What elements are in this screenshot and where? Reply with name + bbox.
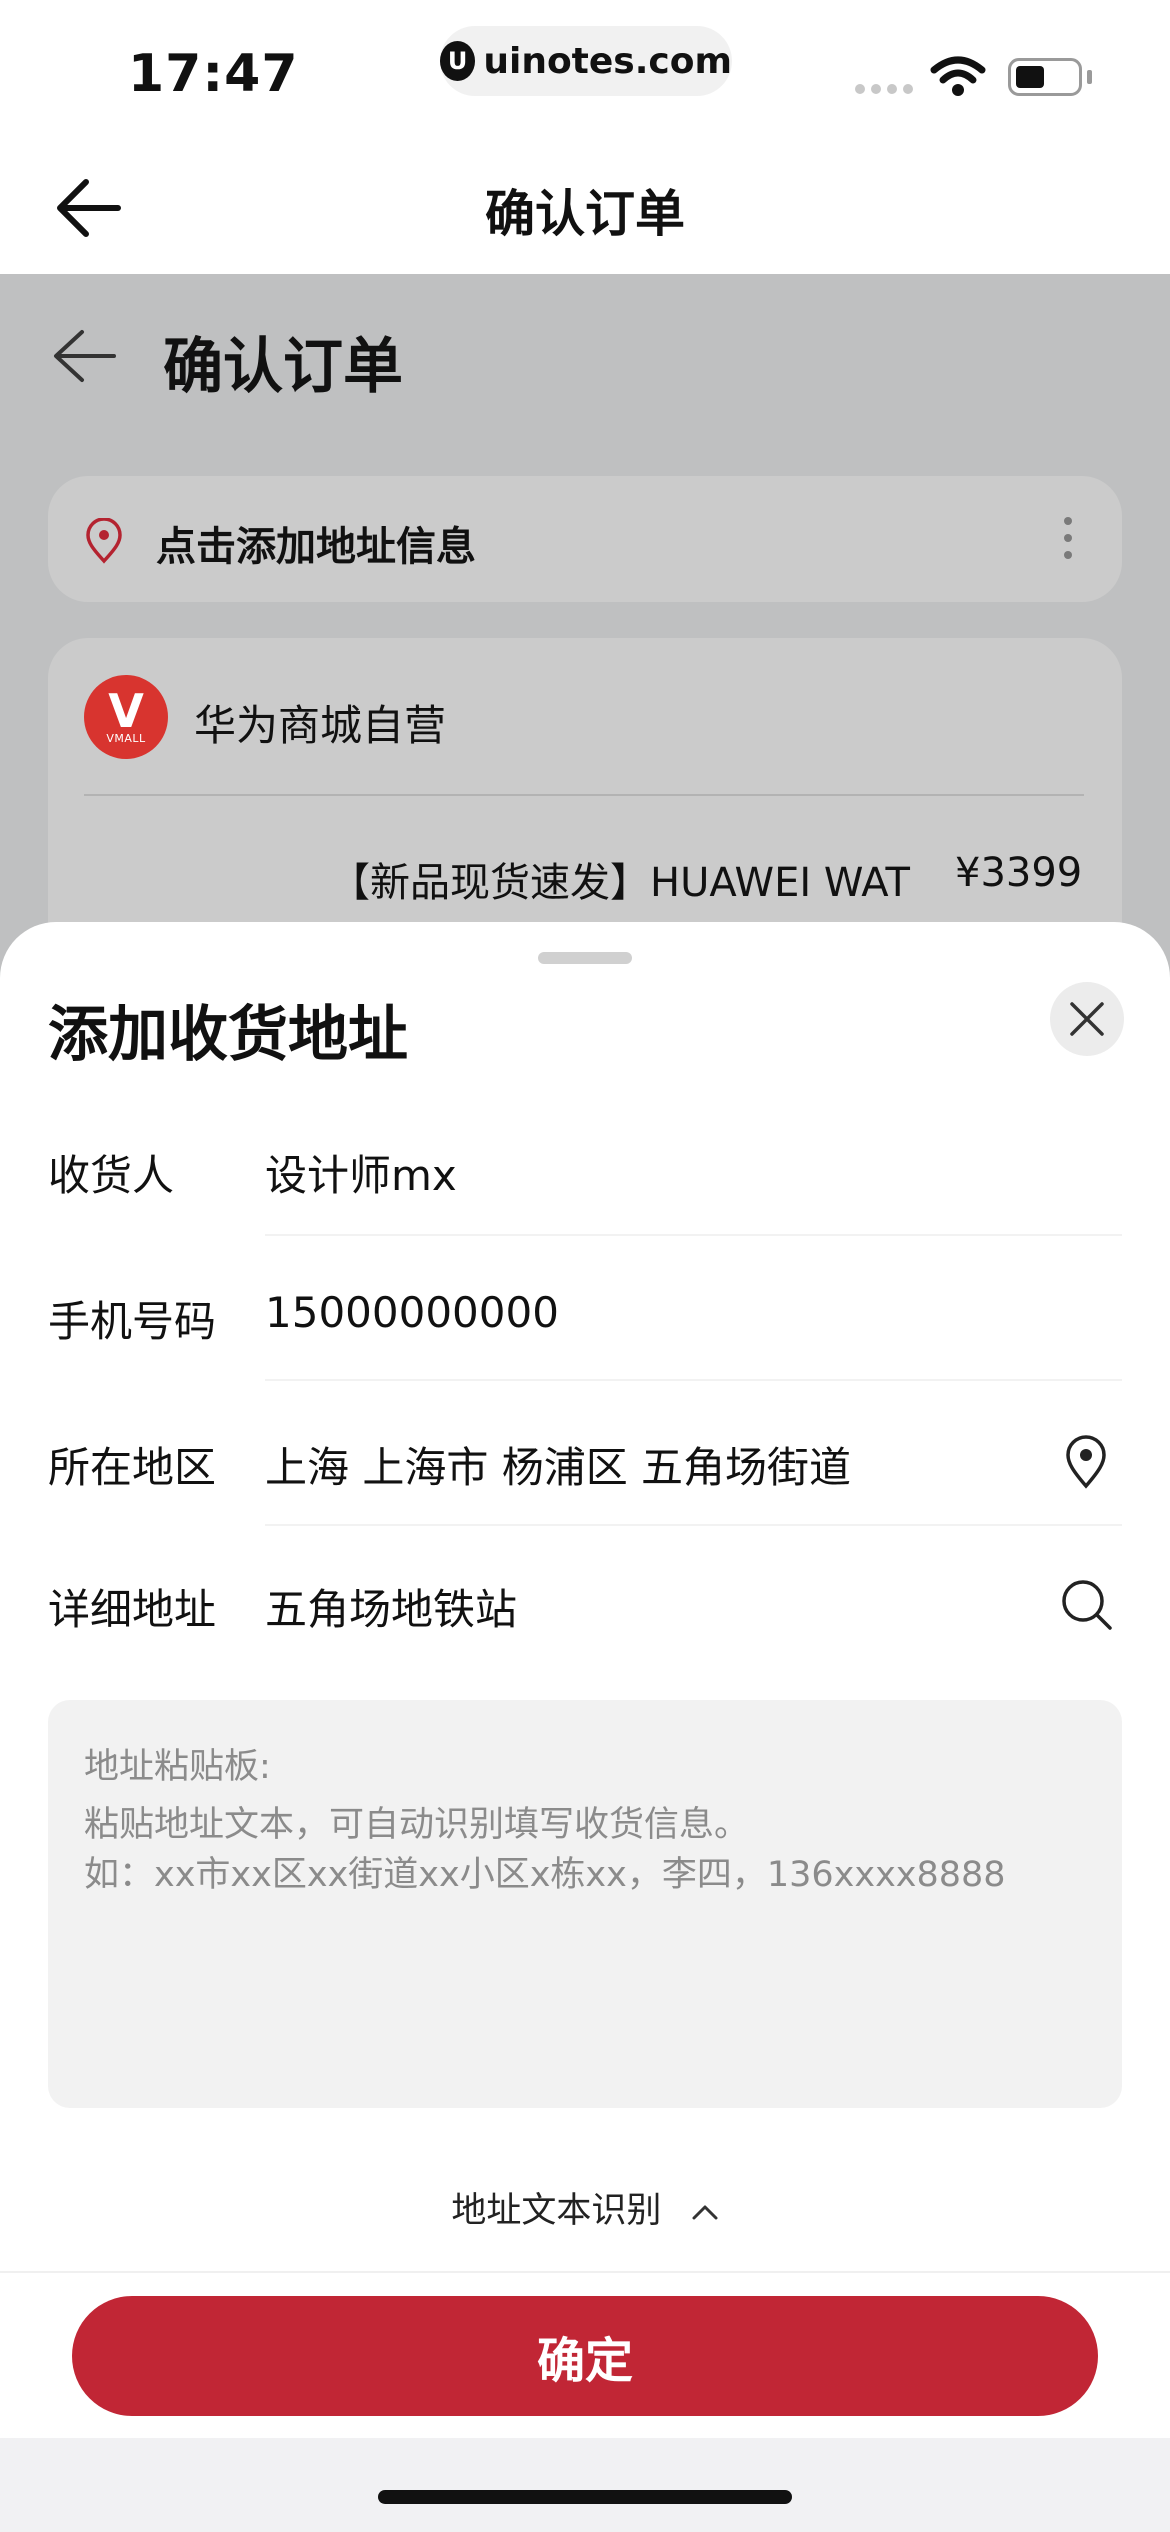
region-label: 所在地区 xyxy=(48,1443,217,1492)
home-indicator[interactable] xyxy=(378,2490,792,2504)
phone-field[interactable]: 15000000000 xyxy=(265,1288,559,1337)
address-recognize-toggle[interactable]: 地址文本识别 xyxy=(0,2182,1170,2233)
status-time: 17:47 xyxy=(128,44,299,104)
wifi-icon xyxy=(930,56,986,96)
battery-fill xyxy=(1016,66,1044,88)
close-icon xyxy=(1070,1002,1104,1036)
divider xyxy=(84,794,1084,796)
recipient-label: 收货人 xyxy=(48,1151,175,1200)
sheet-title: 添加收货地址 xyxy=(48,1000,408,1070)
confirm-button[interactable]: 确定 xyxy=(72,2296,1098,2416)
phone-label: 手机号码 xyxy=(48,1297,217,1346)
location-pin-icon xyxy=(86,518,122,564)
battery-cap xyxy=(1087,70,1092,84)
footer-divider xyxy=(0,2271,1170,2273)
url-pill[interactable]: U uinotes.com xyxy=(440,26,732,96)
shop-name: 华为商城自营 xyxy=(194,701,447,750)
divider xyxy=(265,1234,1122,1236)
site-url: uinotes.com xyxy=(483,40,732,82)
site-logo-icon: U xyxy=(440,41,476,81)
vmall-logo: V VMALL xyxy=(84,675,168,759)
divider xyxy=(265,1379,1122,1381)
clipboard-hint-line1: 粘贴地址文本，可自动识别填写收货信息。 xyxy=(84,1805,750,1845)
detail-address-field[interactable]: 五角场地铁站 xyxy=(265,1576,517,1637)
sheet-drag-handle[interactable] xyxy=(538,952,632,964)
home-indicator-area xyxy=(0,2438,1170,2532)
back-arrow-icon xyxy=(54,330,116,382)
product-price: ¥3399 xyxy=(955,850,1083,896)
close-button[interactable] xyxy=(1050,982,1124,1056)
product-name: 【新品现货速发】HUAWEI WAT xyxy=(330,860,910,906)
search-icon[interactable] xyxy=(1060,1578,1114,1632)
clipboard-title: 地址粘贴板: xyxy=(84,1747,271,1787)
recipient-field[interactable]: 设计师mx xyxy=(265,1142,457,1203)
recognize-label: 地址文本识别 xyxy=(451,2191,662,2231)
location-pin-icon[interactable] xyxy=(1064,1435,1108,1489)
battery-icon xyxy=(1008,58,1082,96)
region-field[interactable]: 上海 上海市 杨浦区 五角场街道 xyxy=(265,1434,851,1495)
background-page-title: 确认订单 xyxy=(163,332,403,402)
divider xyxy=(265,1524,1122,1526)
detail-address-label: 详细地址 xyxy=(48,1585,217,1634)
cellular-signal-icon xyxy=(855,84,913,94)
chevron-up-icon xyxy=(692,2205,718,2220)
clipboard-hint-line2: 如：xx市xx区xx街道xx小区x栋xx，李四，136xxxx8888 xyxy=(84,1855,1006,1895)
more-vertical-icon xyxy=(1064,517,1072,559)
page-title: 确认订单 xyxy=(485,185,685,243)
add-address-prompt: 点击添加地址信息 xyxy=(156,524,476,570)
